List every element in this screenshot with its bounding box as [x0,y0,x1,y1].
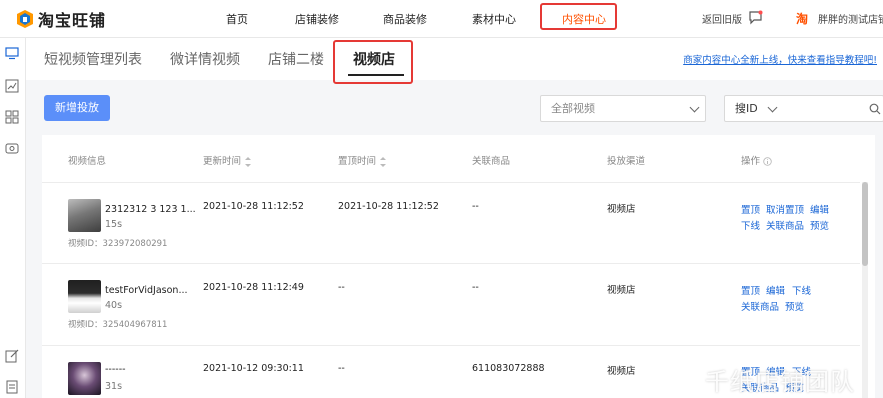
video-title[interactable]: ------ [105,364,126,375]
main-content: 短视频管理列表 微详情视频 店铺二楼 视频店 商家内容中心全新上线，快来查看指导… [26,38,883,398]
search-icon[interactable] [869,103,881,115]
taobao-logo-icon [17,10,33,28]
back-to-old-version-link[interactable]: 返回旧版 [702,11,742,26]
update-time: 2021-10-28 11:12:49 [203,282,304,293]
monitor-icon[interactable] [5,46,19,60]
video-title[interactable]: testForVidJason... [105,285,188,296]
add-delivery-button[interactable]: 新增投放 [44,95,110,121]
update-time: 2021-10-28 11:12:52 [203,201,304,212]
message-icon[interactable] [748,10,763,25]
column-header-update-time[interactable]: 更新时间 [203,153,252,167]
channel: 视频店 [607,285,636,296]
column-header-pin-time[interactable]: 置顶时间 [338,153,387,167]
video-duration: 40s [105,300,123,311]
nav-home[interactable]: 首页 [226,11,248,27]
edit-link[interactable]: 编辑 [766,283,785,297]
pin-time: 2021-10-28 11:12:52 [338,201,439,212]
row-divider [42,345,860,346]
tab-shop-second-floor[interactable]: 店铺二楼 [268,49,324,69]
scrollbar-thumb[interactable] [862,182,868,266]
shop-badge-icon: 淘 [796,12,809,26]
pin-link[interactable]: 置顶 [741,202,760,216]
update-time: 2021-10-12 09:30:11 [203,363,304,374]
offline-link[interactable]: 下线 [792,283,811,297]
row-divider [42,263,860,264]
chart-icon[interactable] [5,79,19,93]
edit-icon[interactable] [5,349,19,363]
tab-micro-detail-video[interactable]: 微详情视频 [170,49,240,69]
pin-link[interactable]: 置顶 [741,283,760,297]
highlight-box-content-center [540,3,617,30]
header-divider [42,182,860,183]
search-box[interactable]: 搜ID [724,95,883,122]
related-product: -- [472,282,479,293]
video-thumbnail[interactable] [68,280,101,313]
video-duration: 31s [105,381,123,392]
nav-shop-decoration[interactable]: 店铺装修 [295,11,339,27]
guide-notice-link[interactable]: 商家内容中心全新上线，快来查看指导教程吧! [683,52,877,66]
left-sidebar [0,38,26,398]
sort-icon[interactable] [380,156,387,167]
logo-text: 淘宝旺铺 [38,11,107,30]
video-title[interactable]: 2312312 3 123 1... [105,204,196,215]
document-icon[interactable] [5,380,19,394]
sort-icon[interactable] [245,156,252,167]
shop-name[interactable]: 胖胖的测试店铺 [818,11,883,26]
unpin-link[interactable]: 取消置顶 [766,202,804,216]
video-id: 视频ID：325404967811 [68,320,168,330]
info-icon[interactable] [763,157,772,166]
video-icon[interactable] [5,142,19,156]
chevron-down-icon [689,102,700,113]
search-type-chevron-icon[interactable] [767,102,778,113]
column-header-product: 关联商品 [472,156,511,167]
tab-bar: 短视频管理列表 微详情视频 店铺二楼 视频店 商家内容中心全新上线，快来查看指导… [26,38,883,84]
preview-link[interactable]: 预览 [785,299,804,313]
search-type-label: 搜ID [735,102,758,115]
related-product-link[interactable]: 关联商品 [766,218,804,232]
grid-icon[interactable] [5,110,19,124]
column-header-update-time-label: 更新时间 [203,156,242,167]
column-header-actions: 操作 [741,153,772,167]
pin-time: -- [338,282,345,293]
preview-link[interactable]: 预览 [810,218,829,232]
video-duration: 15s [105,219,123,230]
watermark-text: 千纸店铺团队 [705,368,855,396]
logo[interactable]: 淘宝旺铺 [16,7,106,31]
nav-material-center[interactable]: 素材中心 [472,11,516,27]
top-navigation-bar: 淘宝旺铺 首页 店铺装修 商品装修 素材中心 内容中心 返回旧版 淘 胖胖的测试… [0,0,883,38]
channel: 视频店 [607,366,636,377]
video-thumbnail[interactable] [68,199,101,232]
vertical-scrollbar[interactable] [862,182,868,398]
related-product: 611083072888 [472,363,545,374]
column-header-pin-time-label: 置顶时间 [338,156,377,167]
tab-short-video-list[interactable]: 短视频管理列表 [44,49,142,69]
highlight-box-video-shop [333,40,413,84]
video-filter-value: 全部视频 [551,102,595,115]
video-id: 视频ID：323972080291 [68,239,168,249]
column-header-actions-label: 操作 [741,156,761,167]
video-table: 视频信息 更新时间 置顶时间 关联商品 投放渠道 操作 2312312 3 12… [42,135,875,398]
column-header-video-info: 视频信息 [68,156,107,167]
video-filter-select[interactable]: 全部视频 [540,95,706,122]
pin-time: -- [338,363,345,374]
offline-link[interactable]: 下线 [741,218,760,232]
related-product: -- [472,201,479,212]
edit-link[interactable]: 编辑 [810,202,829,216]
related-product-link[interactable]: 关联商品 [741,299,779,313]
nav-product-decoration[interactable]: 商品装修 [383,11,427,27]
video-thumbnail[interactable] [68,362,101,395]
column-header-channel: 投放渠道 [607,156,646,167]
channel: 视频店 [607,204,636,215]
